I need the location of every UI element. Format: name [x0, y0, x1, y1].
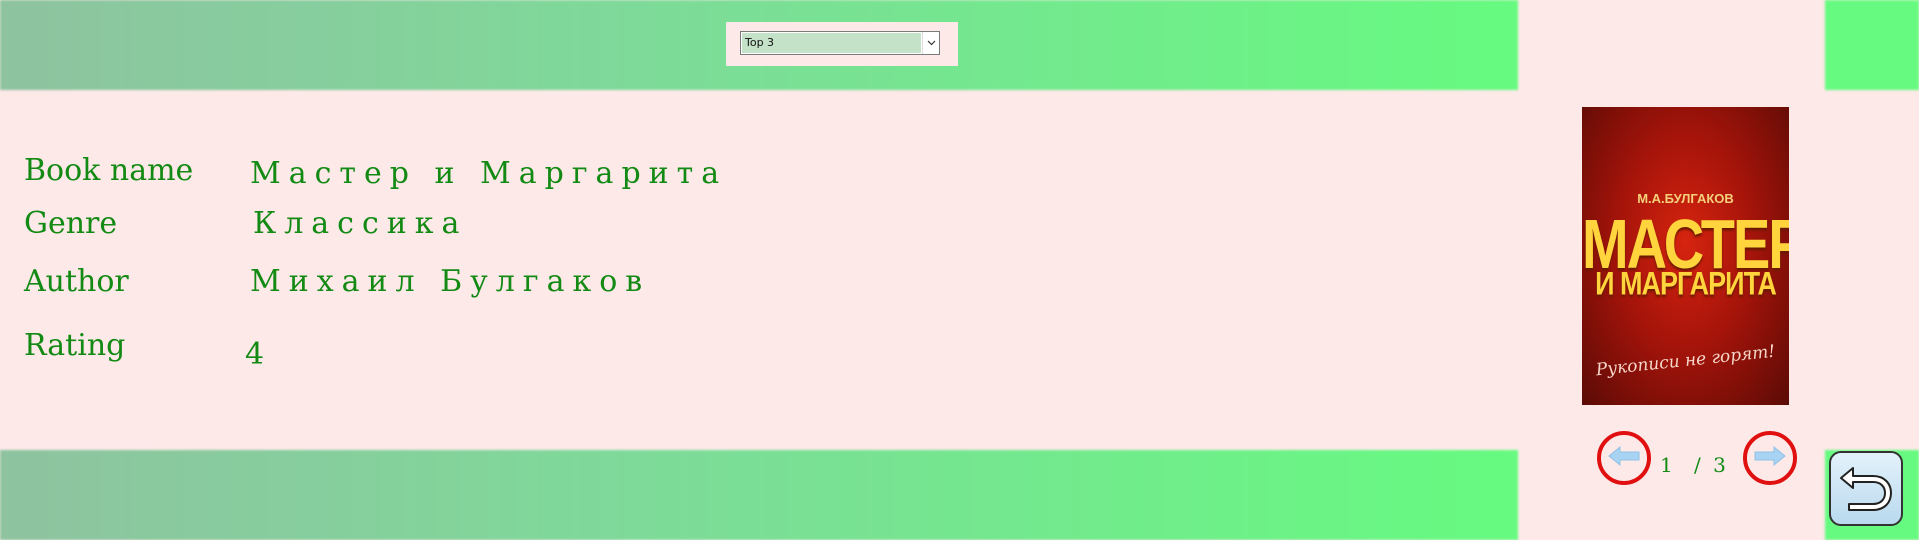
genre-label: Genre [24, 206, 118, 241]
rating-label: Rating [24, 328, 126, 363]
arrow-left-icon [1607, 445, 1641, 471]
book-cover-image: М.А.БУЛГАКОВ МАСТЕР И МАРГАРИТА Рукописи… [1582, 107, 1789, 405]
header-band-right [1825, 0, 1919, 90]
previous-button[interactable] [1597, 431, 1651, 485]
return-icon [1839, 462, 1893, 516]
cover-tagline: Рукописи не горят! [1594, 341, 1777, 381]
top-filter-value: Top 3 [742, 33, 921, 53]
page-total: / 3 [1694, 453, 1729, 477]
book-name-label: Book name [24, 153, 194, 188]
top-filter-select[interactable]: Top 3 [740, 31, 940, 55]
genre-value: Классика [253, 206, 468, 241]
author-value: Михаил Булгаков [250, 264, 651, 299]
back-button[interactable] [1829, 451, 1903, 526]
page-current: 1 [1660, 453, 1673, 477]
next-button[interactable] [1743, 431, 1797, 485]
arrow-right-icon [1753, 445, 1787, 471]
book-name-value: Мастер и Маргарита [250, 156, 728, 191]
footer-band [0, 450, 1518, 540]
rating-value: 4 [245, 337, 273, 372]
cover-title-line2: И МАРГАРИТА [1595, 265, 1777, 302]
chevron-down-icon[interactable] [922, 32, 939, 54]
author-label: Author [24, 264, 129, 299]
